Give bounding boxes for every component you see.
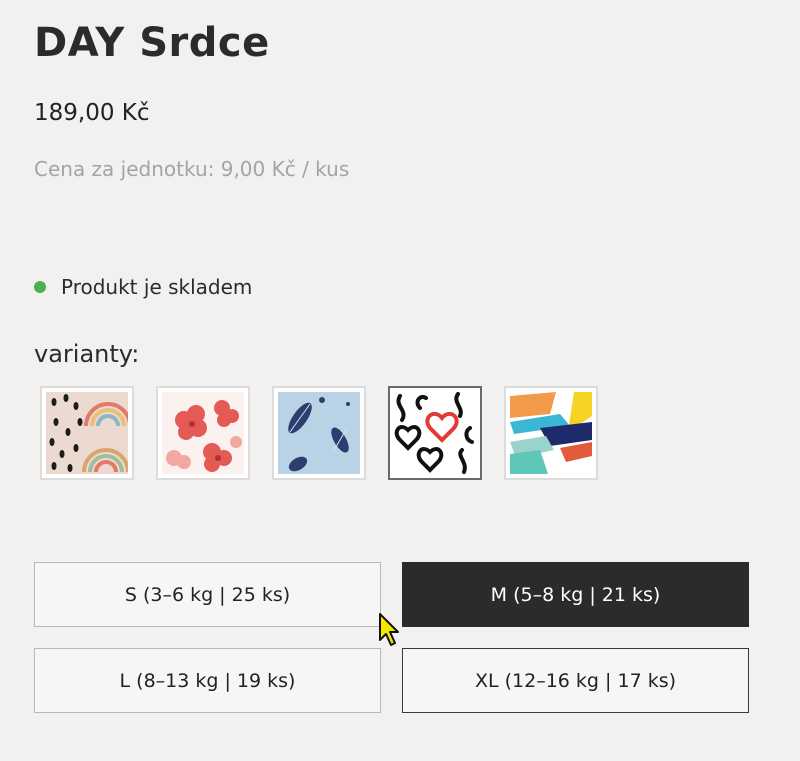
size-option-s[interactable]: S (3–6 kg | 25 ks) (34, 562, 381, 627)
variants-label: varianty: (34, 340, 140, 368)
hearts-pattern-icon (394, 392, 476, 474)
variant-swatch-paint-strokes[interactable] (504, 386, 598, 480)
variant-swatch-feathers[interactable] (272, 386, 366, 480)
variant-swatch-red-flowers[interactable] (156, 386, 250, 480)
variant-swatches (40, 386, 598, 480)
red-flowers-pattern-icon (162, 392, 244, 474)
variant-swatch-rainbow-dots[interactable] (40, 386, 134, 480)
size-option-m[interactable]: M (5–8 kg | 21 ks) (402, 562, 749, 627)
size-option-label: S (3–6 kg | 25 ks) (124, 583, 291, 606)
unit-price: Cena za jednotku: 9,00 Kč / kus (34, 157, 350, 181)
size-option-label: M (5–8 kg | 21 ks) (490, 583, 661, 606)
variant-swatch-hearts[interactable] (388, 386, 482, 480)
rainbow-dots-pattern-icon (46, 392, 128, 474)
size-option-label: L (8–13 kg | 19 ks) (119, 669, 296, 692)
paint-strokes-pattern-icon (510, 392, 592, 474)
size-option-xl[interactable]: XL (12–16 kg | 17 ks) (402, 648, 749, 713)
in-stock-dot-icon (34, 281, 46, 293)
mouse-pointer-icon (379, 613, 399, 646)
product-title: DAY Srdce (34, 20, 270, 66)
size-option-label: XL (12–16 kg | 17 ks) (474, 669, 677, 692)
size-option-l[interactable]: L (8–13 kg | 19 ks) (34, 648, 381, 713)
stock-status: Produkt je skladem (34, 275, 252, 299)
stock-status-text: Produkt je skladem (61, 275, 253, 299)
feathers-pattern-icon (278, 392, 360, 474)
product-price: 189,00 Kč (34, 100, 150, 126)
